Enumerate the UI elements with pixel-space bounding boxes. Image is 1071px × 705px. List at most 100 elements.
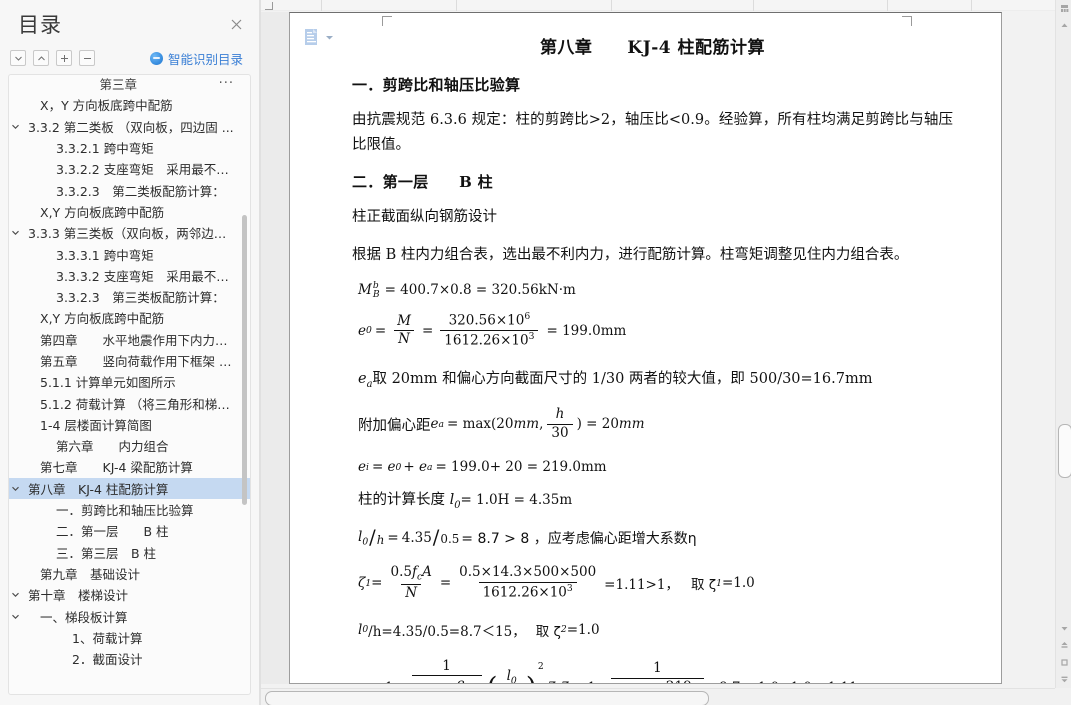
toc-toolbar: 智能识别目录 xyxy=(0,46,259,70)
expand-all-button[interactable] xyxy=(56,50,72,66)
paragraph-l0: 柱的计算长度 l0= 1.0H = 4.35m xyxy=(352,488,953,515)
eq-eta-power: 2 xyxy=(537,660,544,672)
eq-eta-numer-1: 1 xyxy=(442,657,451,674)
eq-zeta1-denom-2: 1612.26×103 xyxy=(478,582,577,601)
scroll-up-arrow-icon[interactable] xyxy=(1056,17,1071,34)
toc-item[interactable]: 第六章 内力组合 xyxy=(9,435,250,456)
scroll-down-arrow-icon[interactable] xyxy=(1056,620,1071,637)
next-page-icon[interactable] xyxy=(1056,671,1071,688)
chevron-down-icon[interactable] xyxy=(325,33,334,42)
toc-item[interactable]: 一、梯段板计算 xyxy=(9,605,250,626)
smart-toc-recognize-button[interactable]: 智能识别目录 xyxy=(149,49,249,68)
toc-item[interactable]: 3.3.3.1 跨中弯矩 xyxy=(9,243,250,264)
chevron-up-icon xyxy=(37,54,46,63)
eq-ea-comma: , xyxy=(539,416,544,433)
document-vertical-scrollbar[interactable] xyxy=(1055,0,1071,688)
eq-ea-body-b: ) = 20 xyxy=(576,416,619,433)
smart-toc-label: 智能识别目录 xyxy=(167,51,243,67)
paragraph-3: 根据 B 柱内力组合表，选出最不利内力，进行配筋计算。柱弯矩调整见住内力组合表。 xyxy=(352,246,909,263)
collapse-all-button[interactable] xyxy=(79,50,95,66)
toc-item[interactable]: 3.3.2.3 第三类板配筋计算： xyxy=(9,286,250,307)
chevron-down-icon[interactable] xyxy=(9,228,22,237)
toc-item[interactable]: 第三章 ··· xyxy=(9,75,250,94)
collapse-down-button[interactable] xyxy=(10,50,26,66)
toc-item[interactable]: 第十章 楼梯设计 xyxy=(9,584,250,605)
toc-item[interactable]: 3.3.3.2 支座弯矩 采用最不利 ... xyxy=(9,265,250,286)
chevron-down-icon[interactable] xyxy=(9,484,22,493)
eq-eta-numer-2: 1 xyxy=(653,660,662,677)
eq-ea-mm1: mm xyxy=(513,416,540,433)
hscroll-thumb[interactable] xyxy=(265,691,709,705)
chevron-down-icon[interactable] xyxy=(9,612,22,621)
toc-item-label: 一、梯段板计算 xyxy=(40,609,128,625)
eq-mb-sub: B xyxy=(372,288,380,300)
toc-item-label: 3.3.2.1 跨中弯矩 xyxy=(56,141,154,157)
toc-item-label: 第十章 楼梯设计 xyxy=(28,588,129,604)
eq-eta-tail-b: ×1.0×1.0 =1.11 xyxy=(746,680,857,683)
toc-item[interactable]: 1-4 层楼面计算简图 xyxy=(9,414,250,435)
document-horizontal-scrollbar[interactable] xyxy=(261,688,1071,705)
toc-panel-title: 目录 xyxy=(18,13,62,37)
toc-item[interactable]: 第八章 KJ-4 柱配筋计算 xyxy=(9,477,250,499)
eq-e0-result: = 199.0mm xyxy=(546,322,627,339)
previous-page-icon[interactable] xyxy=(1056,637,1071,654)
close-icon[interactable] xyxy=(225,13,247,35)
toc-item[interactable]: 3.3.2.1 跨中弯矩 xyxy=(9,137,250,158)
chevron-down-icon[interactable] xyxy=(9,590,22,599)
document-area: 第八章 KJ-4 柱配筋计算 一．剪跨比和轴压比验算 由抗震规范 6.3.6 规… xyxy=(261,0,1071,705)
toc-item[interactable]: X，Y 方向板底跨中配筋 xyxy=(9,94,250,115)
horizontal-ruler[interactable] xyxy=(261,0,1055,11)
page-left-gutter xyxy=(261,12,289,684)
toc-item[interactable]: 3.3.3 第三类板（双向板，两邻边固 ... xyxy=(9,222,250,243)
toc-list-container: 第三章 ··· X，Y 方向板底跨中配筋 3.3.2 第二类板 （双向板，四边固 ..… xyxy=(8,74,251,695)
vscroll-track[interactable] xyxy=(1056,0,1071,688)
toc-item[interactable]: 一．剪跨比和轴压比验算 xyxy=(9,499,250,520)
eq-ei-result: = 199.0+ 20 = 219.0mm xyxy=(435,459,607,476)
toc-item[interactable]: 第四章 水平地震作用下内力分析 xyxy=(9,329,250,350)
eq-eta-equals-2: =1+ xyxy=(576,680,607,683)
eq-e0-numer-val: 320.56×106 xyxy=(448,311,531,329)
eq-eta-paren-open: ( xyxy=(487,674,498,683)
eq-eta-equals-1: = 1+ xyxy=(369,680,405,683)
eq-zeta1-numer-1: 0.5fcA xyxy=(390,563,432,583)
split-bar-icon[interactable] xyxy=(1056,0,1071,17)
toc-item[interactable]: 二．第一层 B 柱 xyxy=(9,520,250,541)
toc-item[interactable]: 第五章 竖向荷载作用下框架 KJ- ... xyxy=(9,350,250,371)
toc-item-label: X,Y 方向板底跨中配筋 xyxy=(40,204,165,220)
equation-eta: η = 1+ 1 1400 ei h0 ( xyxy=(352,657,953,683)
eq-ei-sub3: a xyxy=(426,461,433,473)
toc-item-more-icon[interactable]: ··· xyxy=(209,76,234,91)
eq-slender-l-sub: 0 xyxy=(362,536,369,548)
document-body: 第八章 KJ-4 柱配筋计算 一．剪跨比和轴压比验算 由抗震规范 6.3.6 规… xyxy=(290,13,1001,683)
toc-item[interactable]: 5.1.2 荷载计算 （将三角形和梯形 ... xyxy=(9,392,250,413)
toc-item[interactable]: 2．截面设计 xyxy=(9,648,250,669)
toc-item[interactable]: 1、荷载计算 xyxy=(9,627,250,648)
select-browse-object-icon[interactable] xyxy=(1056,654,1071,671)
toc-item-label: 3.3.3.2 支座弯矩 采用最不利 ... xyxy=(56,268,234,284)
toc-item[interactable]: X,Y 方向板底跨中配筋 xyxy=(9,201,250,222)
vscroll-thumb[interactable] xyxy=(1058,424,1071,478)
toc-scrollbar-thumb[interactable] xyxy=(242,215,247,505)
toc-item[interactable]: X,Y 方向板底跨中配筋 xyxy=(9,307,250,328)
eq-zeta1-result: =1.11>1， xyxy=(604,577,679,594)
toc-item[interactable]: 5.1.1 计算单元如图所示 xyxy=(9,371,250,392)
toc-item-label: 5.1.1 计算单元如图所示 xyxy=(40,375,176,391)
toc-item[interactable]: 3.3.2.2 支座弯矩 采用最不利 ... xyxy=(9,158,250,179)
eq-eta-fraction-2: 1 1400× 219 460 xyxy=(611,660,704,683)
chevron-down-icon[interactable] xyxy=(9,122,22,131)
eq-zeta1-denom-1: N xyxy=(401,584,422,602)
document-page[interactable]: 第八章 KJ-4 柱配筋计算 一．剪跨比和轴压比验算 由抗震规范 6.3.6 规… xyxy=(289,12,1002,684)
equation-l0h-check: l0 /h=4.35/0.5=8.7＜15， 取 ζ 2 =1.0 xyxy=(352,620,953,640)
equation-ei: ei = e0 + ea = 199.0+ 20 = 219.0mm xyxy=(352,459,953,475)
paste-options-icon[interactable] xyxy=(304,27,334,47)
section-heading-2: 二．第一层 B 柱 xyxy=(352,172,493,191)
toc-item[interactable]: 三．第三层 B 柱 xyxy=(9,542,250,563)
eq-e0-fraction-values: 320.56×106 1612.26×103 xyxy=(440,311,539,349)
collapse-up-button[interactable] xyxy=(33,50,49,66)
toc-item[interactable]: 第七章 KJ-4 梁配筋计算 xyxy=(9,456,250,477)
page-right-gutter xyxy=(1002,12,1055,684)
toc-item[interactable]: 3.3.2 第二类板 （双向板，四边固 ... xyxy=(9,116,250,137)
toc-item[interactable]: 第九章 基础设计 xyxy=(9,563,250,584)
eq-eta-fraction-l0h: l0 h xyxy=(503,669,521,683)
toc-item[interactable]: 3.3.2.3 第二类板配筋计算： xyxy=(9,179,250,200)
